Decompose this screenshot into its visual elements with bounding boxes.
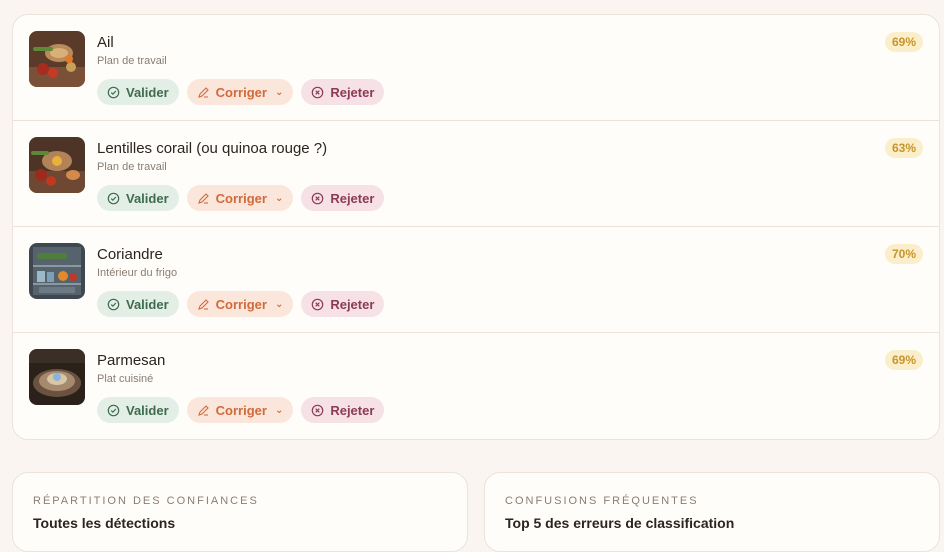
x-circle-icon (312, 86, 324, 98)
panel-eyebrow: CONFUSIONS FRÉQUENTES (505, 495, 699, 507)
reject-label: Rejeter (330, 296, 375, 312)
detection-row: Coriandre Intérieur du frigo 70% Valider… (13, 227, 939, 333)
pencil-icon (197, 404, 209, 416)
x-circle-icon (312, 192, 324, 204)
panel-eyebrow: RÉPARTITION DES CONFIANCES (33, 495, 259, 507)
action-bar: Valider Corriger ⌄ Rejeter (97, 291, 385, 317)
reject-label: Rejeter (330, 402, 375, 418)
check-circle-icon (107, 404, 120, 416)
chevron-down-icon: ⌄ (274, 298, 284, 310)
correct-label: Corriger (215, 296, 267, 312)
detection-row: Lentilles corail (ou quinoa rouge ?) Pla… (13, 121, 939, 227)
correct-button[interactable]: Corriger ⌄ (186, 79, 294, 105)
detection-thumbnail (29, 31, 85, 87)
validate-button[interactable]: Valider (97, 79, 179, 105)
frequent-confusions-panel: CONFUSIONS FRÉQUENTES Top 5 des erreurs … (484, 472, 940, 552)
detection-name: Lentilles corail (ou quinoa rouge ?) (97, 140, 328, 157)
reject-button[interactable]: Rejeter (301, 397, 385, 423)
x-circle-icon (312, 298, 324, 310)
pencil-icon (197, 192, 209, 204)
panel-title: Top 5 des erreurs de classification (505, 515, 735, 531)
reject-label: Rejeter (330, 84, 375, 100)
confidence-badge: 69% (884, 350, 923, 370)
pencil-icon (197, 86, 209, 98)
check-circle-icon (107, 192, 120, 204)
pencil-icon (197, 298, 209, 310)
detection-name: Coriandre (97, 246, 163, 263)
check-circle-icon (107, 86, 120, 98)
validate-label: Valider (126, 84, 169, 100)
detection-thumbnail (29, 243, 85, 299)
validate-button[interactable]: Valider (97, 397, 179, 423)
detection-context: Plan de travail (97, 55, 167, 67)
detection-thumbnail (29, 137, 85, 193)
check-circle-icon (107, 298, 120, 310)
validate-label: Valider (126, 402, 169, 418)
reject-button[interactable]: Rejeter (301, 291, 385, 317)
reject-button[interactable]: Rejeter (301, 79, 385, 105)
validate-label: Valider (126, 190, 169, 206)
detection-name: Parmesan (97, 352, 166, 369)
detection-list: Ail Plan de travail 69% Valider Corriger… (12, 14, 940, 440)
correct-button[interactable]: Corriger ⌄ (186, 185, 294, 211)
chevron-down-icon: ⌄ (274, 404, 284, 416)
correct-label: Corriger (215, 402, 267, 418)
detection-row: Parmesan Plat cuisiné 69% Valider Corrig… (13, 333, 939, 439)
reject-button[interactable]: Rejeter (301, 185, 385, 211)
validate-button[interactable]: Valider (97, 185, 179, 211)
correct-button[interactable]: Corriger ⌄ (186, 291, 294, 317)
correct-button[interactable]: Corriger ⌄ (186, 397, 294, 423)
confidence-badge: 70% (884, 244, 923, 264)
chevron-down-icon: ⌄ (274, 86, 284, 98)
detection-thumbnail (29, 349, 85, 405)
validate-button[interactable]: Valider (97, 291, 179, 317)
action-bar: Valider Corriger ⌄ Rejeter (97, 79, 385, 105)
reject-label: Rejeter (330, 190, 375, 206)
action-bar: Valider Corriger ⌄ Rejeter (97, 397, 385, 423)
detection-context: Intérieur du frigo (97, 267, 178, 279)
detection-context: Plan de travail (97, 161, 167, 173)
detection-row: Ail Plan de travail 69% Valider Corriger… (13, 15, 939, 121)
chevron-down-icon: ⌄ (274, 192, 284, 204)
panel-title: Toutes les détections (33, 515, 176, 531)
confidence-badge: 69% (884, 32, 923, 52)
validate-label: Valider (126, 296, 169, 312)
detection-name: Ail (97, 34, 114, 51)
detection-context: Plat cuisiné (97, 373, 154, 385)
correct-label: Corriger (215, 190, 267, 206)
correct-label: Corriger (215, 84, 267, 100)
x-circle-icon (312, 404, 324, 416)
confidence-distribution-panel: RÉPARTITION DES CONFIANCES Toutes les dé… (12, 472, 468, 552)
confidence-badge: 63% (884, 138, 923, 158)
action-bar: Valider Corriger ⌄ Rejeter (97, 185, 385, 211)
